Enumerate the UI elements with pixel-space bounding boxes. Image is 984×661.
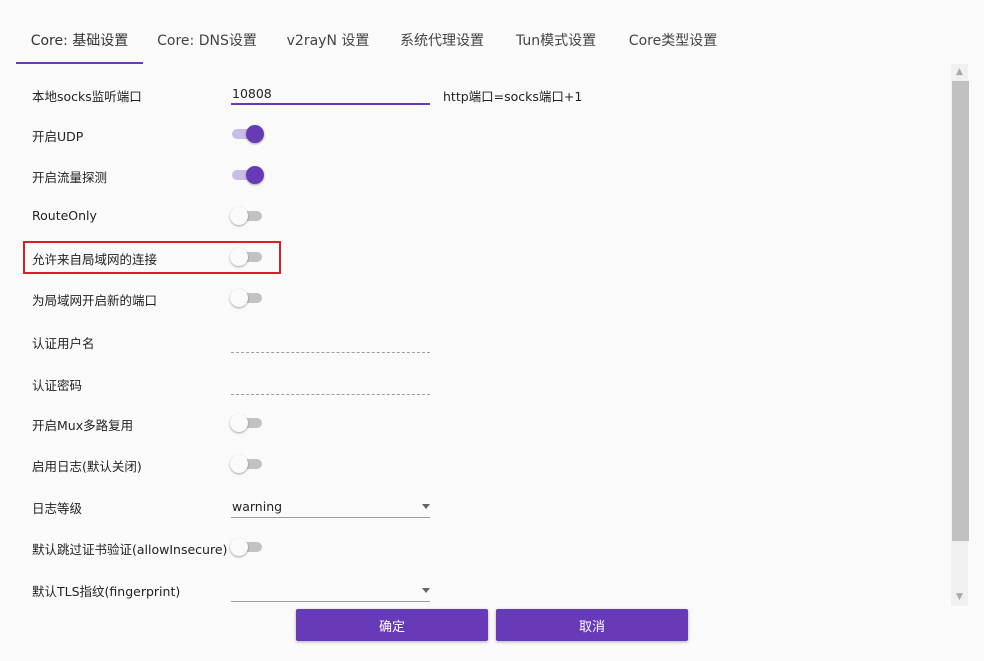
log-enabled-toggle[interactable]: [230, 454, 264, 474]
log-enabled-label: 启用日志(默认关闭): [32, 459, 142, 474]
toggle-thumb: [230, 538, 248, 556]
toggle-thumb: [246, 166, 264, 184]
scroll-down-icon[interactable]: ▼: [951, 589, 968, 606]
udp-toggle[interactable]: [230, 124, 264, 144]
active-tab-indicator: [16, 62, 143, 64]
new-lan-port-label: 为局域网开启新的端口: [32, 293, 158, 308]
ok-button[interactable]: 确定: [296, 609, 488, 641]
log-level-label: 日志等级: [32, 501, 83, 516]
tab-v2rayn[interactable]: v2rayN 设置: [277, 20, 379, 62]
mux-toggle[interactable]: [230, 413, 264, 433]
log-level-value: warning: [232, 499, 283, 514]
tab-bar: Core: 基础设置 Core: DNS设置 v2rayN 设置 系统代理设置 …: [0, 20, 984, 64]
toggle-thumb: [230, 455, 248, 473]
sniffing-toggle[interactable]: [230, 165, 264, 185]
allow-insecure-toggle[interactable]: [230, 537, 264, 557]
auth-pass-label: 认证密码: [32, 378, 83, 393]
fingerprint-label: 默认TLS指纹(fingerprint): [32, 584, 181, 599]
toggle-thumb: [246, 125, 264, 143]
socks-port-label: 本地socks监听端口: [32, 89, 142, 104]
tab-tun-mode[interactable]: Tun模式设置: [505, 20, 607, 62]
vertical-scrollbar[interactable]: ▲ ▼: [951, 64, 969, 606]
new-lan-port-toggle[interactable]: [230, 288, 264, 308]
auth-user-input[interactable]: [231, 331, 430, 353]
tab-core-dns[interactable]: Core: DNS设置: [147, 20, 267, 62]
route-only-label: RouteOnly: [32, 208, 97, 223]
mux-label: 开启Mux多路复用: [32, 418, 134, 433]
chevron-down-icon: [422, 504, 430, 509]
socks-port-input[interactable]: [231, 83, 430, 105]
tab-core-basic[interactable]: Core: 基础设置: [16, 20, 143, 62]
allow-insecure-label: 默认跳过证书验证(allowInsecure): [32, 542, 228, 557]
auth-pass-input[interactable]: [231, 373, 430, 395]
route-only-toggle[interactable]: [230, 206, 264, 226]
settings-window: Core: 基础设置 Core: DNS设置 v2rayN 设置 系统代理设置 …: [0, 0, 984, 661]
highlight-box: [23, 241, 281, 274]
cancel-button[interactable]: 取消: [496, 609, 688, 641]
chevron-down-icon: [422, 588, 430, 593]
scrollbar-thumb[interactable]: [952, 81, 969, 541]
tab-core-type[interactable]: Core类型设置: [617, 20, 729, 62]
socks-port-hint: http端口=socks端口+1: [443, 89, 583, 104]
toggle-thumb: [230, 289, 248, 307]
sniffing-label: 开启流量探测: [32, 170, 108, 185]
log-level-select[interactable]: warning: [231, 496, 430, 518]
scroll-up-icon[interactable]: ▲: [951, 64, 968, 81]
toggle-thumb: [230, 207, 248, 225]
fingerprint-select[interactable]: [231, 580, 430, 602]
udp-label: 开启UDP: [32, 129, 84, 144]
tab-system-proxy[interactable]: 系统代理设置: [389, 20, 495, 62]
toggle-thumb: [230, 414, 248, 432]
auth-user-label: 认证用户名: [32, 336, 95, 351]
